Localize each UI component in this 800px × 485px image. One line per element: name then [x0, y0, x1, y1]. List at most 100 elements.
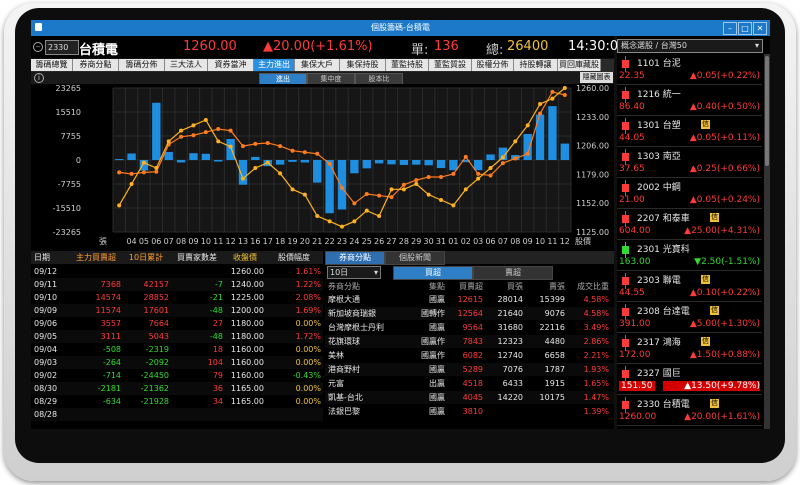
scrollbar-thumb[interactable] [765, 56, 769, 166]
subtab-net-buy[interactable]: 買超 [393, 266, 473, 280]
tab-9[interactable]: 董監質設 [429, 59, 472, 71]
table-row[interactable]: 08/28 [31, 408, 323, 421]
table-row[interactable]: 09/05 3111 5043 -48 1180.00 1.72% [31, 330, 323, 343]
tab-5[interactable]: 主力進出 [254, 59, 295, 71]
point-cumulative [377, 193, 382, 198]
point-cumulative [550, 89, 555, 94]
tab-6[interactable]: 集保大戶 [295, 59, 340, 71]
column-header[interactable]: 賣張 [525, 280, 565, 293]
column-header[interactable]: 買賣超 [447, 280, 483, 293]
watchlist-select[interactable]: 概念選股 / 台灣50 ▾ [617, 39, 763, 53]
table-cell: 36 [212, 384, 223, 393]
table-row[interactable]: 08/29 -634 -21928 34 1165.00 0.00% [31, 395, 323, 408]
hide-chart-button[interactable]: 隱藏圖表 [580, 72, 613, 83]
broker-cell: 2.21% [583, 351, 609, 360]
single-volume-label: 單: [411, 43, 429, 58]
point-price [340, 224, 344, 229]
broker-table-header: 券商分點 集點 買賣超 買張 賣張 成交比重 [325, 280, 614, 293]
broker-row[interactable]: 港商野村 國贏 5289 7076 1787 1.93% [325, 363, 614, 376]
minimize-button[interactable]: – [723, 22, 737, 35]
table-row[interactable]: 09/02 -714 -24450 79 1160.00 -0.43% [31, 369, 323, 382]
watchlist-item[interactable]: 1101 台泥 22.35 ▲0.05(+0.22%) [617, 55, 762, 85]
table-row[interactable]: 08/30 -2181 -21362 36 1165.00 0.00% [31, 382, 323, 395]
broker-cell: 出贏 [429, 379, 445, 388]
tab-12[interactable]: 買回庫藏股 [558, 59, 601, 71]
point-cumulative [562, 93, 567, 98]
table-row[interactable]: 09/04 -508 -2319 18 1160.00 0.00% [31, 343, 323, 356]
table-cell: 09/09 [34, 306, 58, 315]
column-header[interactable]: 主力買賣超 [71, 251, 121, 264]
column-header[interactable]: 集點 [409, 280, 445, 293]
broker-row[interactable]: 法銀巴黎 國贏 3810 1.39% [325, 405, 614, 418]
table-row[interactable]: 09/10 14574 28852 -21 1225.00 2.08% [31, 291, 323, 304]
column-header[interactable]: 買張 [485, 280, 523, 293]
tab-stock-news[interactable]: 個股新聞 [385, 251, 445, 265]
watchlist-change: ▼2.50(-1.51%) [694, 257, 760, 267]
tab-broker-branches[interactable]: 券商分點 [325, 251, 385, 265]
point-price [414, 182, 419, 186]
broker-row[interactable]: 美林 國贏作 6082 12740 6658 2.21% [325, 349, 614, 362]
minus-icon[interactable]: − [33, 42, 43, 52]
tab-4[interactable]: 資券當沖 [208, 59, 254, 71]
tab-0[interactable]: 籌碼總覽 [31, 59, 73, 71]
column-header[interactable]: 日期 [34, 251, 74, 264]
tab-2[interactable]: 籌碼分佈 [119, 59, 165, 71]
watchlist-item[interactable]: 2330 台積電 信 1260.00 ▲20.00(+1.61%) [617, 396, 762, 426]
table-row[interactable]: 09/06 3557 7664 27 1180.00 0.00% [31, 317, 323, 330]
column-header[interactable]: 成交比重 [567, 280, 609, 293]
watchlist-item[interactable]: 1303 南亞 37.65 ▲0.25(+0.66%) [617, 148, 762, 178]
y-right-tick: 1233.00 [576, 113, 609, 122]
watchlist-item[interactable]: 1216 統一 86.40 ▲0.40(+0.50%) [617, 86, 762, 116]
broker-row[interactable]: 台灣摩根士丹利 國贏 9564 31680 22116 3.49% [325, 321, 614, 334]
watchlist-item[interactable]: 2308 台達電 信 391.00 ▲5.00(+1.30%) [617, 303, 762, 333]
point-price [525, 123, 530, 128]
table-cell: 3557 [100, 319, 121, 328]
watchlist-item[interactable]: 2002 中鋼 21.00 ▲0.05(+0.24%) [617, 179, 762, 209]
tab-10[interactable]: 股權分佈 [472, 59, 514, 71]
tab-8[interactable]: 董監持股 [386, 59, 429, 71]
x-tick-label: 19 [287, 237, 297, 246]
subtab-net-sell[interactable]: 賣超 [473, 266, 553, 280]
watchlist-item[interactable]: 1301 台塑 信 44.05 ▲0.05(+0.11%) [617, 117, 762, 147]
point-cumulative [203, 130, 208, 135]
broker-cell: 12740 [497, 351, 523, 360]
column-header[interactable]: 10日累計 [123, 251, 169, 264]
column-header[interactable]: 買賣家數差 [171, 251, 223, 264]
broker-row[interactable]: 凱基-台北 國贏 4045 14220 10175 1.47% [325, 391, 614, 404]
table-row[interactable]: 09/09 11574 17601 -48 1200.00 1.69% [31, 304, 323, 317]
broker-row[interactable]: 花旗環球 國贏作 7843 12323 4480 2.86% [325, 335, 614, 348]
watchlist-scrollbar[interactable] [764, 54, 770, 429]
bar-main-force [164, 151, 173, 160]
tab-7[interactable]: 集保持股 [340, 59, 386, 71]
watchlist-item[interactable]: 2207 和泰車 信 604.00 ▲25.00(+4.31%) [617, 210, 762, 240]
column-header[interactable]: 券商分點 [328, 280, 406, 293]
divider [617, 177, 762, 178]
column-header[interactable]: 股價幅度 [267, 251, 321, 264]
tab-11[interactable]: 持股轉讓 [514, 59, 558, 71]
close-button[interactable]: ✕ [753, 22, 767, 35]
tab-3[interactable]: 三大法人 [165, 59, 208, 71]
column-header[interactable]: 收盤價 [226, 251, 264, 264]
point-price [240, 176, 245, 181]
table-cell: -634 [102, 397, 121, 406]
table-cell: -0.43% [292, 371, 321, 380]
table-row[interactable]: 09/11 7368 42157 -7 1240.00 1.22% [31, 278, 323, 291]
table-row[interactable]: 09/12 1260.00 1.61% [31, 265, 323, 278]
broker-row[interactable]: 摩根大通 國贏 12615 28014 15399 4.58% [325, 293, 614, 306]
table-row[interactable]: 09/03 -264 -2092 104 1160.00 0.00% [31, 356, 323, 369]
info-icon[interactable]: i [34, 73, 44, 83]
watchlist-item[interactable]: 2301 光寶科 163.00 ▼2.50(-1.51%) [617, 241, 762, 271]
broker-cell: 3810 [462, 407, 483, 416]
broker-cell: 國贏 [429, 323, 445, 332]
tab-1[interactable]: 券商分點 [73, 59, 119, 71]
broker-row[interactable]: 元富 出贏 4518 6433 1915 1.65% [325, 377, 614, 390]
watchlist-item[interactable]: 2327 國巨 151.50 ▲13.50(+9.78%) [617, 365, 762, 395]
watchlist-item[interactable]: 2317 鴻海 信 172.00 ▲1.50(+0.88%) [617, 334, 762, 364]
broker-cell: 國贏 [429, 295, 445, 304]
broker-row[interactable]: 新加坡商瑞銀 國轉作 12564 21640 9076 4.58% [325, 307, 614, 320]
stock-code-input[interactable]: 2330 [45, 40, 79, 55]
maximize-button[interactable]: □ [738, 22, 752, 35]
table-cell: 2.08% [295, 293, 321, 302]
watchlist-item[interactable]: 2303 聯電 信 44.55 ▲0.10(+0.22%) [617, 272, 762, 302]
period-select[interactable]: 10日 ▾ [327, 266, 381, 279]
